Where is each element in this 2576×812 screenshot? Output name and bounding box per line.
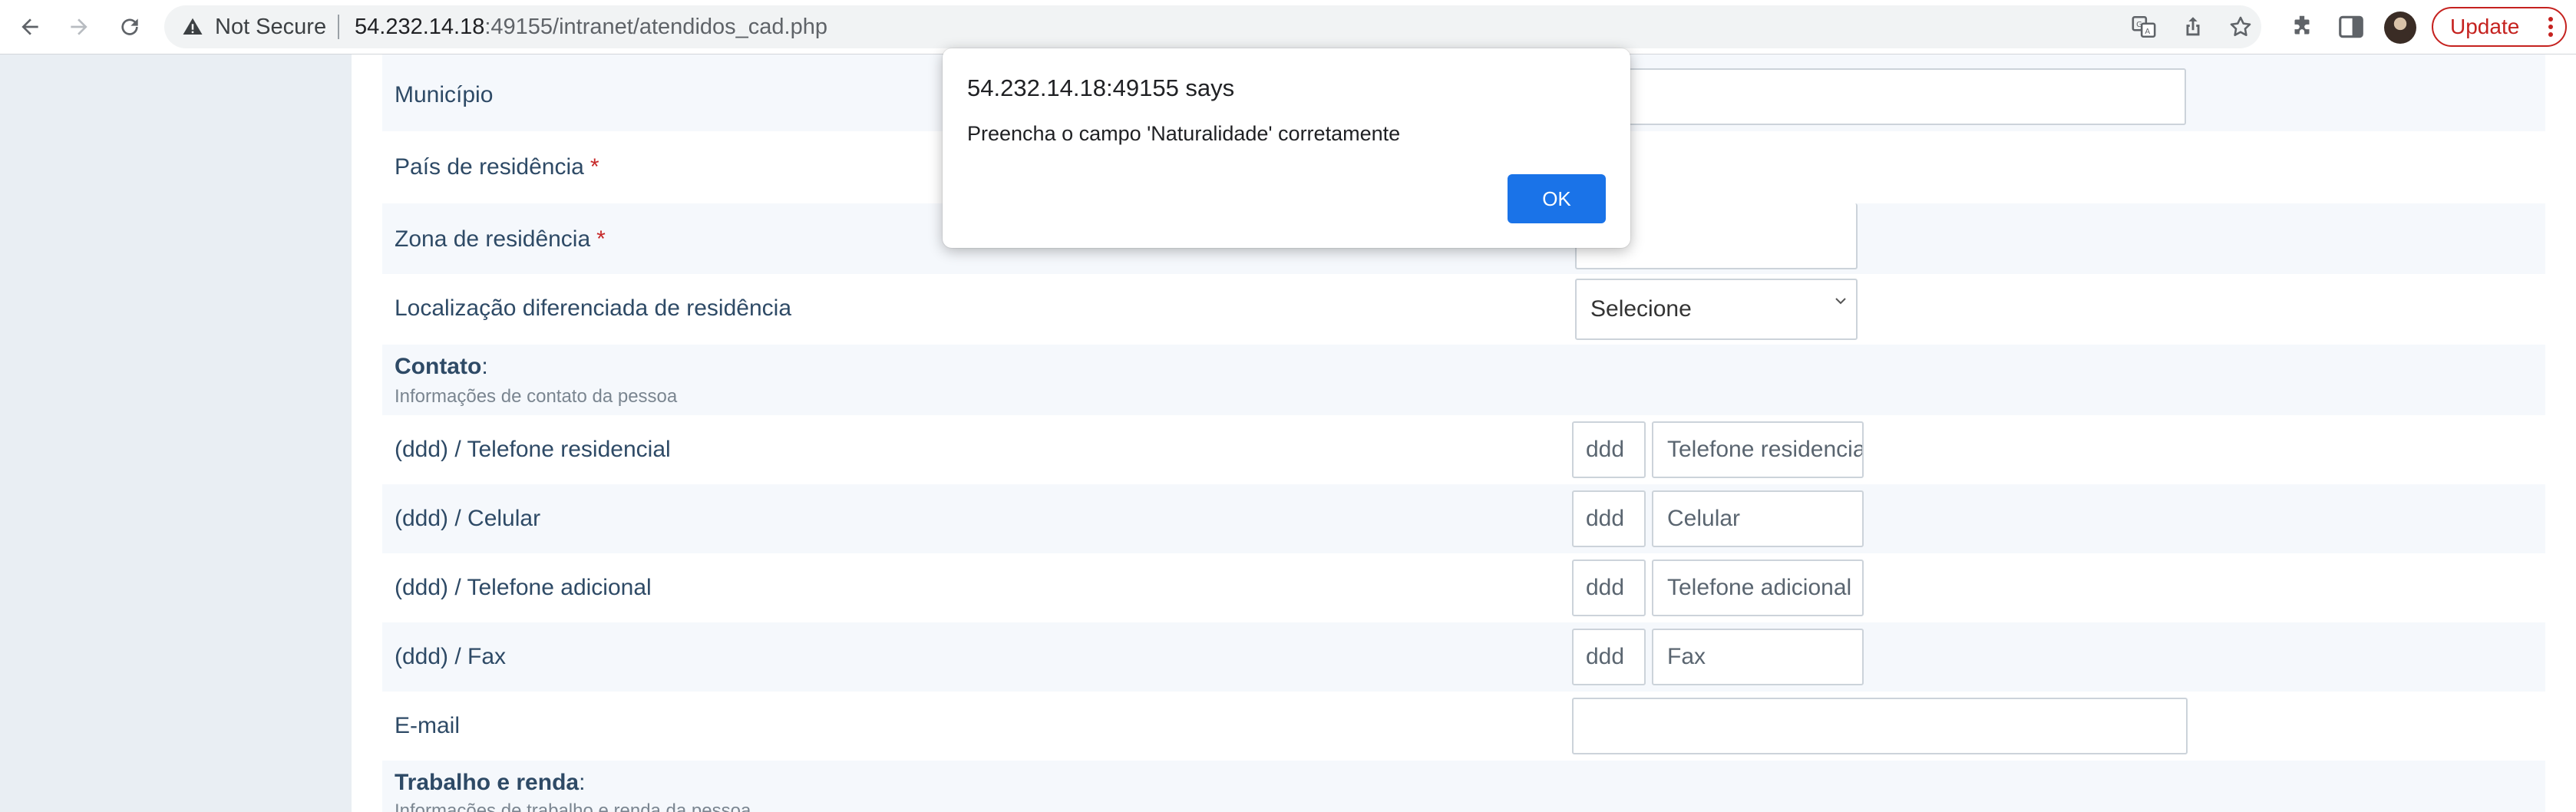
- url-text[interactable]: 54.232.14.18:49155/intranet/atendidos_ca…: [355, 5, 827, 48]
- reload-icon: [121, 18, 138, 35]
- arrow-right-icon: [71, 18, 88, 35]
- fax-label: (ddd) / Fax: [395, 644, 507, 669]
- email-input[interactable]: [1572, 698, 2188, 754]
- address-bar[interactable]: Not Secure 54.232.14.18:49155/intranet/a…: [164, 5, 2261, 48]
- alert-dialog: 54.232.14.18:49155 says Preencha o campo…: [943, 48, 1630, 248]
- row-localizacao: Localização diferenciada de residência S…: [382, 274, 2545, 345]
- row-telefone-adicional: (ddd) / Telefone adicional ddd Telefone …: [382, 553, 2545, 622]
- dialog-title: 54.232.14.18:49155 says: [967, 74, 1235, 101]
- ok-button[interactable]: OK: [1508, 174, 1606, 223]
- extensions-icon[interactable]: [2287, 12, 2317, 41]
- localizacao-label: Localização diferenciada de residência: [395, 295, 792, 321]
- zona-label: Zona de residência *: [395, 226, 606, 252]
- localizacao-value: Selecione: [1590, 296, 1692, 322]
- row-celular: (ddd) / Celular ddd Celular: [382, 484, 2545, 553]
- telefone-adicional-ddd-input[interactable]: ddd: [1572, 559, 1646, 616]
- pais-label: País de residência *: [395, 154, 599, 180]
- fax-ddd-input[interactable]: ddd: [1572, 629, 1646, 685]
- profile-avatar[interactable]: [2384, 12, 2416, 44]
- municipio-input[interactable]: [1570, 68, 2186, 125]
- telefone-residencial-ddd-input[interactable]: ddd: [1572, 421, 1646, 478]
- security-status[interactable]: Not Secure: [215, 5, 326, 48]
- svg-text:A: A: [2145, 28, 2150, 36]
- forward-button[interactable]: [61, 9, 97, 45]
- row-fax: (ddd) / Fax ddd Fax: [382, 622, 2545, 692]
- email-label: E-mail: [395, 713, 461, 738]
- trabalho-title: Trabalho e renda:: [395, 770, 586, 795]
- celular-input[interactable]: Celular: [1652, 490, 1864, 547]
- side-panel-icon[interactable]: [2337, 12, 2366, 41]
- update-label: Update: [2450, 15, 2520, 38]
- telefone-residencial-label: (ddd) / Telefone residencial: [395, 437, 671, 462]
- trabalho-subtitle: Informações de trabalho e renda da pesso…: [395, 800, 751, 812]
- url-host: 54.232.14.18: [355, 15, 485, 39]
- fax-input[interactable]: Fax: [1652, 629, 1864, 685]
- chevron-down-icon: [1835, 298, 1846, 305]
- reload-button[interactable]: [112, 9, 147, 45]
- telefone-adicional-input[interactable]: Telefone adicional: [1652, 559, 1864, 616]
- browser-toolbar: Not Secure 54.232.14.18:49155/intranet/a…: [0, 0, 2576, 54]
- svg-text:G: G: [2136, 21, 2142, 29]
- telefone-residencial-input[interactable]: Telefone residencial: [1652, 421, 1864, 478]
- dialog-message: Preencha o campo 'Naturalidade' corretam…: [967, 122, 1401, 145]
- row-email: E-mail: [382, 692, 2545, 761]
- back-button[interactable]: [12, 9, 48, 45]
- section-contato: Contato: Informações de contato da pesso…: [382, 345, 2545, 415]
- arrow-left-icon: [21, 18, 38, 35]
- url-path: :49155/intranet/atendidos_cad.php: [484, 15, 827, 39]
- share-icon[interactable]: [2180, 14, 2206, 40]
- telefone-adicional-label: (ddd) / Telefone adicional: [395, 575, 652, 600]
- row-telefone-residencial: (ddd) / Telefone residencial ddd Telefon…: [382, 415, 2545, 484]
- contato-title: Contato:: [395, 354, 488, 379]
- address-separator: [338, 15, 339, 39]
- contato-subtitle: Informações de contato da pessoa: [395, 386, 678, 407]
- more-vertical-icon: [2545, 8, 2556, 57]
- localizacao-select[interactable]: Selecione: [1575, 279, 1858, 340]
- star-icon[interactable]: [2228, 14, 2254, 40]
- update-button[interactable]: Update: [2432, 7, 2567, 47]
- required-marker: *: [590, 154, 599, 180]
- celular-ddd-input[interactable]: ddd: [1572, 490, 1646, 547]
- municipio-label: Município: [395, 82, 494, 107]
- translate-icon[interactable]: GA: [2131, 14, 2157, 40]
- warning-triangle-icon: [183, 18, 203, 35]
- required-marker: *: [596, 226, 606, 252]
- celular-label: (ddd) / Celular: [395, 506, 541, 531]
- section-trabalho-renda: Trabalho e renda: Informações de trabalh…: [382, 761, 2545, 812]
